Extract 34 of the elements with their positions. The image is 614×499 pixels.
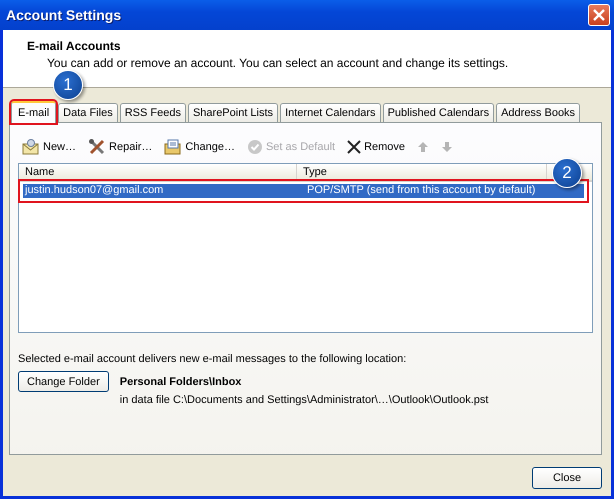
change-button[interactable]: Change… <box>164 139 235 155</box>
close-icon <box>593 9 605 21</box>
callout-badge: 1 <box>53 70 83 100</box>
data-file-path: in data file C:\Documents and Settings\Administrator\…\Outlook\Outlook.pst <box>120 394 488 406</box>
up-arrow-icon <box>417 141 430 153</box>
check-circle-icon <box>246 139 263 155</box>
tab[interactable]: Data Files <box>58 103 118 122</box>
tab[interactable]: Address Books <box>496 103 580 122</box>
tools-icon <box>88 139 106 155</box>
column-header[interactable]: Type <box>297 164 547 180</box>
down-arrow-icon <box>441 141 454 153</box>
change-folder-button[interactable]: Change Folder <box>18 371 109 392</box>
repair-button[interactable]: Repair… <box>88 139 152 155</box>
close-button[interactable] <box>588 4 610 26</box>
account-type: POP/SMTP (send from this account by default) <box>306 184 536 198</box>
account-row[interactable]: justin.hudson07@gmail.com POP/SMTP (send from this account by default) <box>23 184 584 198</box>
close-button[interactable]: Close <box>532 467 602 489</box>
tab[interactable]: RSS Feeds <box>120 103 186 122</box>
delivery-description: Selected e-mail account delivers new e-mail messages to the following location: <box>18 353 408 365</box>
new-button[interactable]: New… <box>22 139 76 155</box>
tab[interactable]: SharePoint Lists <box>188 103 278 122</box>
close-icon <box>347 140 362 154</box>
folder-icon <box>164 139 182 155</box>
window-title: Account Settings <box>6 7 122 23</box>
folder-name: Personal Folders\Inbox <box>120 376 242 388</box>
tab[interactable]: Internet Calendars <box>280 103 381 122</box>
tab[interactable]: E-mail <box>11 101 56 123</box>
tab[interactable]: Published Calendars <box>382 103 494 122</box>
column-header[interactable]: Name <box>19 164 297 180</box>
section-description: You can add or remove an account. You can select an account and change its settings. <box>47 56 510 70</box>
envelope-icon <box>22 139 40 155</box>
section-title: E-mail Accounts <box>27 39 122 53</box>
account-name: justin.hudson07@gmail.com <box>24 184 164 198</box>
remove-button[interactable]: Remove <box>347 140 406 154</box>
